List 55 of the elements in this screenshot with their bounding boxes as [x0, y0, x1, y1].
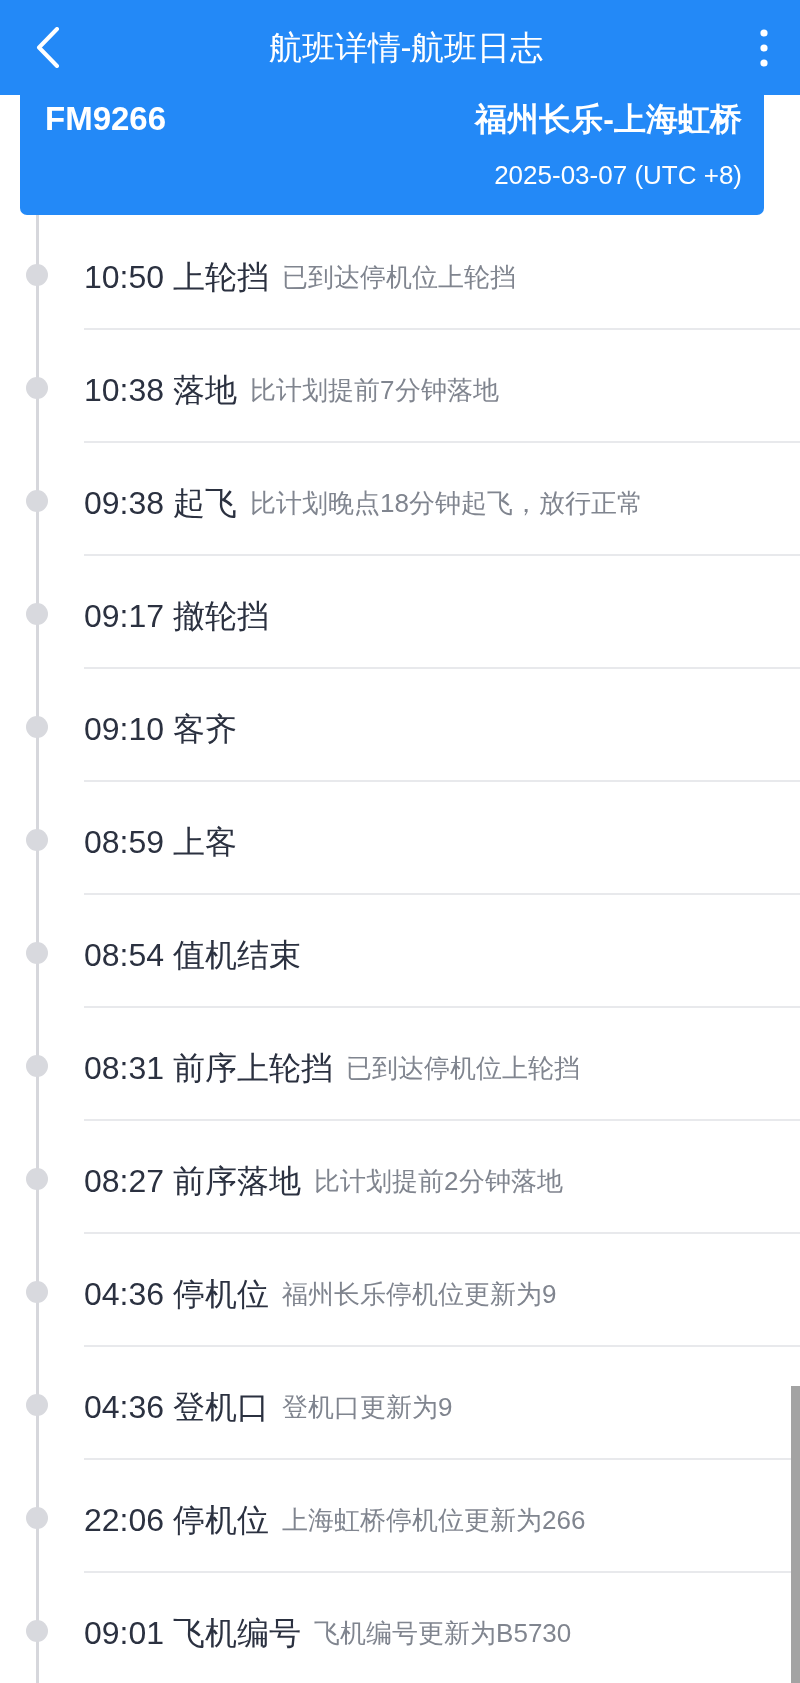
event-time: 08:31: [84, 1049, 165, 1088]
event-detail: 飞机编号更新为B5730: [314, 1617, 572, 1650]
event-time: 04:36: [84, 1275, 165, 1314]
event-time: 08:27: [84, 1162, 165, 1201]
event-name: 上客: [173, 823, 238, 862]
event-name: 值机结束: [173, 936, 302, 975]
flight-route: 福州长乐-上海虹桥: [475, 100, 742, 139]
event-detail: 已到达停机位上轮挡: [346, 1052, 581, 1085]
timeline-dot-icon: [26, 1620, 48, 1642]
event-detail: 上海虹桥停机位更新为266: [282, 1504, 586, 1537]
event-name: 停机位: [173, 1275, 270, 1314]
timeline-dot-icon: [26, 490, 48, 512]
event-time: 10:50: [84, 258, 165, 297]
event-time: 08:54: [84, 936, 165, 975]
event-detail: 已到达停机位上轮挡: [282, 261, 517, 294]
timeline-dot-icon: [26, 1507, 48, 1529]
event-name: 飞机编号: [173, 1614, 302, 1653]
event-name: 落地: [173, 371, 238, 410]
event-detail: 登机口更新为9: [282, 1391, 453, 1424]
event-name: 起飞: [173, 484, 238, 523]
timeline-dot-icon: [26, 829, 48, 851]
timeline-dot-icon: [26, 1394, 48, 1416]
event-time: 09:38: [84, 484, 165, 523]
menu-dots-icon: [760, 28, 768, 67]
timeline-dot-icon: [26, 1055, 48, 1077]
event-detail: 比计划晚点18分钟起飞，放行正常: [250, 487, 643, 520]
event-detail: 比计划提前7分钟落地: [250, 374, 499, 407]
event-detail: 福州长乐停机位更新为9: [282, 1278, 557, 1311]
event-time: 09:01: [84, 1614, 165, 1653]
flight-number: FM9266: [45, 99, 167, 139]
flight-date: 2025-03-07 (UTC +8): [494, 159, 742, 191]
timeline-dot-icon: [26, 1168, 48, 1190]
timeline-dot-icon: [26, 942, 48, 964]
event-name: 登机口: [173, 1388, 270, 1427]
event-time: 09:17: [84, 597, 165, 636]
back-chevron-icon: [36, 27, 60, 68]
event-name: 前序上轮挡: [173, 1049, 334, 1088]
event-time: 10:38: [84, 371, 165, 410]
timeline-dot-icon: [26, 264, 48, 286]
event-time: 04:36: [84, 1388, 165, 1427]
event-time: 08:59: [84, 823, 165, 862]
event-time: 09:10: [84, 710, 165, 749]
timeline-dot-icon: [26, 1281, 48, 1303]
timeline-dot-icon: [26, 716, 48, 738]
event-name: 客齐: [173, 710, 238, 749]
page-title: 航班详情-航班日志: [268, 27, 544, 68]
event-detail: 比计划提前2分钟落地: [314, 1165, 563, 1198]
event-name: 撤轮挡: [173, 597, 270, 636]
timeline-dot-icon: [26, 603, 48, 625]
back-button[interactable]: [34, 25, 62, 70]
event-name: 停机位: [173, 1501, 270, 1540]
event-name: 上轮挡: [173, 258, 270, 297]
event-name: 前序落地: [173, 1162, 302, 1201]
event-time: 22:06: [84, 1501, 165, 1540]
timeline-dot-icon: [26, 377, 48, 399]
